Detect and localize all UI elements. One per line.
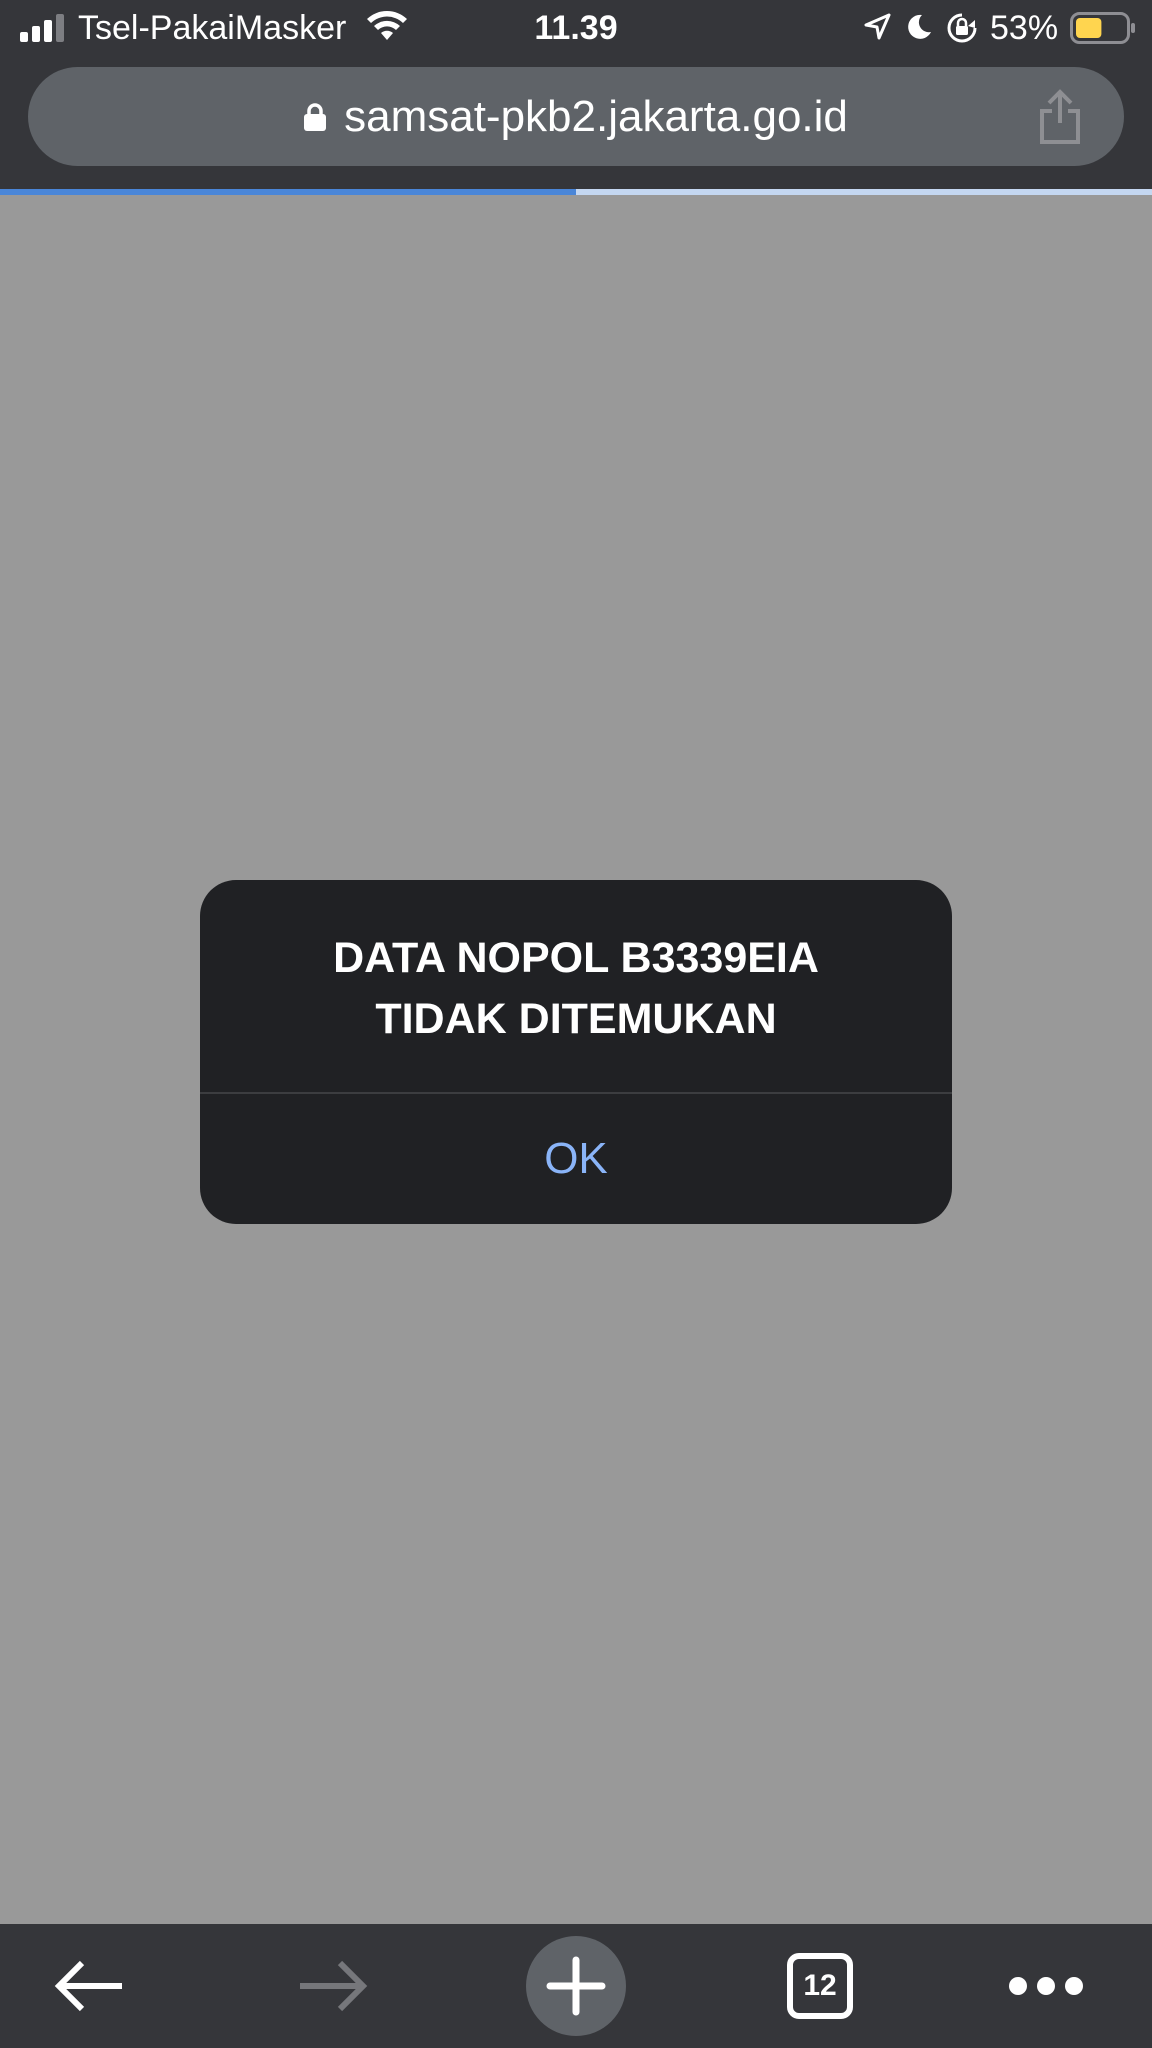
moon-icon bbox=[908, 14, 931, 39]
url-text[interactable]: samsat-pkb2.jakarta.go.id bbox=[344, 92, 848, 142]
tab-count: 12 bbox=[803, 1969, 837, 2002]
more-menu-button[interactable] bbox=[996, 1924, 1096, 2048]
address-bar[interactable]: samsat-pkb2.jakarta.go.id bbox=[28, 67, 1124, 166]
battery-icon bbox=[1070, 12, 1135, 44]
phone-screen: Tsel-PakaiMasker 11.39 53% samsat-pkb2.j… bbox=[0, 0, 1152, 2048]
status-time: 11.39 bbox=[534, 9, 618, 47]
location-arrow-icon bbox=[864, 13, 891, 40]
browser-top-bar: Tsel-PakaiMasker 11.39 53% samsat-pkb2.j… bbox=[0, 0, 1152, 195]
dialog-message-line2: TIDAK DITEMUKAN bbox=[375, 995, 777, 1043]
lock-icon bbox=[304, 102, 327, 131]
battery-percent: 53% bbox=[990, 9, 1059, 47]
more-dots-icon bbox=[1009, 1977, 1083, 1995]
dialog-message-line1: DATA NOPOL B3339EIA bbox=[333, 934, 819, 982]
share-icon[interactable] bbox=[1038, 89, 1082, 145]
new-tab-button[interactable] bbox=[524, 1924, 628, 2048]
dialog-message: DATA NOPOL B3339EIA TIDAK DITEMUKAN bbox=[200, 880, 952, 1092]
forward-button[interactable] bbox=[282, 1924, 382, 2048]
plus-icon bbox=[546, 1956, 606, 2016]
progress-fill bbox=[0, 189, 576, 195]
ok-button[interactable]: OK bbox=[200, 1094, 952, 1224]
status-bar: Tsel-PakaiMasker 11.39 53% bbox=[0, 0, 1152, 58]
tab-switcher-icon: 12 bbox=[787, 1953, 853, 2019]
rotation-lock-icon bbox=[947, 13, 977, 43]
tab-switcher-button[interactable]: 12 bbox=[770, 1924, 870, 2048]
forward-arrow-icon bbox=[300, 1960, 368, 2012]
alert-dialog: DATA NOPOL B3339EIA TIDAK DITEMUKAN OK bbox=[200, 880, 952, 1224]
page-load-progress bbox=[0, 189, 1152, 195]
browser-bottom-toolbar: 12 bbox=[0, 1924, 1152, 2048]
back-button[interactable] bbox=[40, 1924, 140, 2048]
back-arrow-icon bbox=[54, 1960, 122, 2012]
